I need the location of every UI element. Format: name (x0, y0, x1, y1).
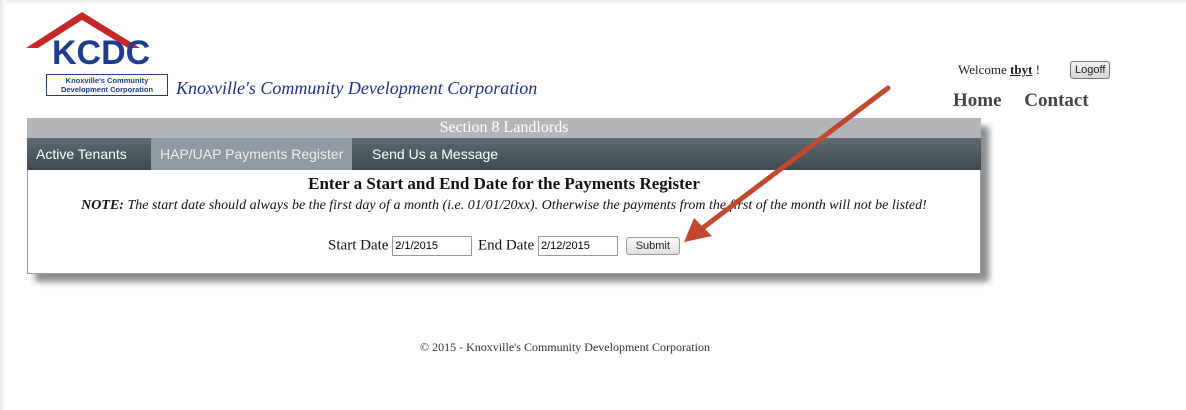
note-body: The start date should always be the firs… (127, 198, 927, 213)
nav-contact-link[interactable]: Contact (1024, 90, 1088, 111)
panel-body: Enter a Start and End Date for the Payme… (27, 170, 981, 274)
end-date-label: End Date (477, 237, 535, 254)
page-top-shadow (0, 0, 1186, 5)
logoff-button[interactable]: Logoff (1070, 61, 1111, 79)
end-date-input[interactable] (537, 236, 618, 256)
logo-subtitle-line1: Knoxville's Community (65, 76, 149, 85)
nav-home-link[interactable]: Home (953, 90, 1002, 111)
start-date-input[interactable] (392, 236, 473, 256)
tab-bar: Active Tenants HAP/UAP Payments Register… (27, 138, 981, 170)
welcome-label: Welcome (958, 62, 1007, 77)
date-form: Start Date End Date Submit (28, 236, 980, 256)
footer-copyright: © 2015 - Knoxville's Community Developme… (420, 340, 710, 354)
top-nav: Home Contact (953, 90, 1107, 112)
tab-payments-register[interactable]: HAP/UAP Payments Register (151, 138, 353, 170)
tab-send-message[interactable]: Send Us a Message (363, 138, 507, 170)
welcome-message: Welcome tbyt ! (958, 62, 1040, 78)
panel-header: Section 8 Landlords (27, 118, 981, 138)
logo-text: KCDC (52, 34, 151, 72)
note-text: NOTE: The start date should always be th… (48, 198, 960, 214)
site-title: Knoxville's Community Development Corpor… (176, 78, 538, 98)
landlord-panel: Section 8 Landlords Active Tenants HAP/U… (27, 118, 981, 274)
note-label: NOTE: (81, 198, 124, 213)
logo-subtitle: Knoxville's Community Development Corpor… (46, 74, 168, 96)
form-title: Enter a Start and End Date for the Payme… (308, 174, 700, 193)
start-date-label: Start Date (328, 237, 389, 254)
tab-active-tenants[interactable]: Active Tenants (27, 138, 136, 170)
username-link[interactable]: tbyt (1010, 62, 1032, 77)
welcome-suffix: ! (1035, 62, 1040, 77)
submit-button[interactable]: Submit (625, 237, 680, 255)
kcdc-logo[interactable]: KCDC Knoxville's Community Development C… (24, 10, 174, 100)
logo-subtitle-line2: Development Corporation (60, 85, 154, 94)
